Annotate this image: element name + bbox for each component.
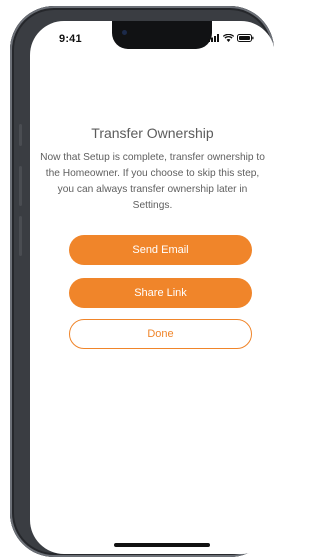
- notch: [112, 21, 212, 49]
- home-indicator: [114, 543, 210, 547]
- silent-switch: [19, 124, 22, 146]
- volume-down-button: [19, 216, 22, 256]
- share-link-button[interactable]: Share Link: [69, 278, 252, 308]
- volume-up-button: [19, 166, 22, 206]
- status-icons: [208, 34, 254, 42]
- phone-screen: 9:41 Transfer Ownership Now that Setup i: [30, 21, 275, 554]
- wifi-icon: [223, 34, 234, 42]
- battery-icon: [237, 34, 254, 42]
- phone-frame: 9:41 Transfer Ownership Now that Setup i: [10, 6, 275, 557]
- done-button[interactable]: Done: [69, 319, 252, 349]
- send-email-button[interactable]: Send Email: [69, 235, 252, 265]
- transfer-ownership-dialog: Transfer Ownership Now that Setup is com…: [30, 125, 275, 214]
- camera-icon: [122, 30, 127, 35]
- dialog-message: Now that Setup is complete, transfer own…: [40, 152, 265, 211]
- status-time: 9:41: [59, 33, 82, 45]
- dialog-title: Transfer Ownership: [91, 125, 214, 141]
- signal-bars-icon: [208, 34, 219, 42]
